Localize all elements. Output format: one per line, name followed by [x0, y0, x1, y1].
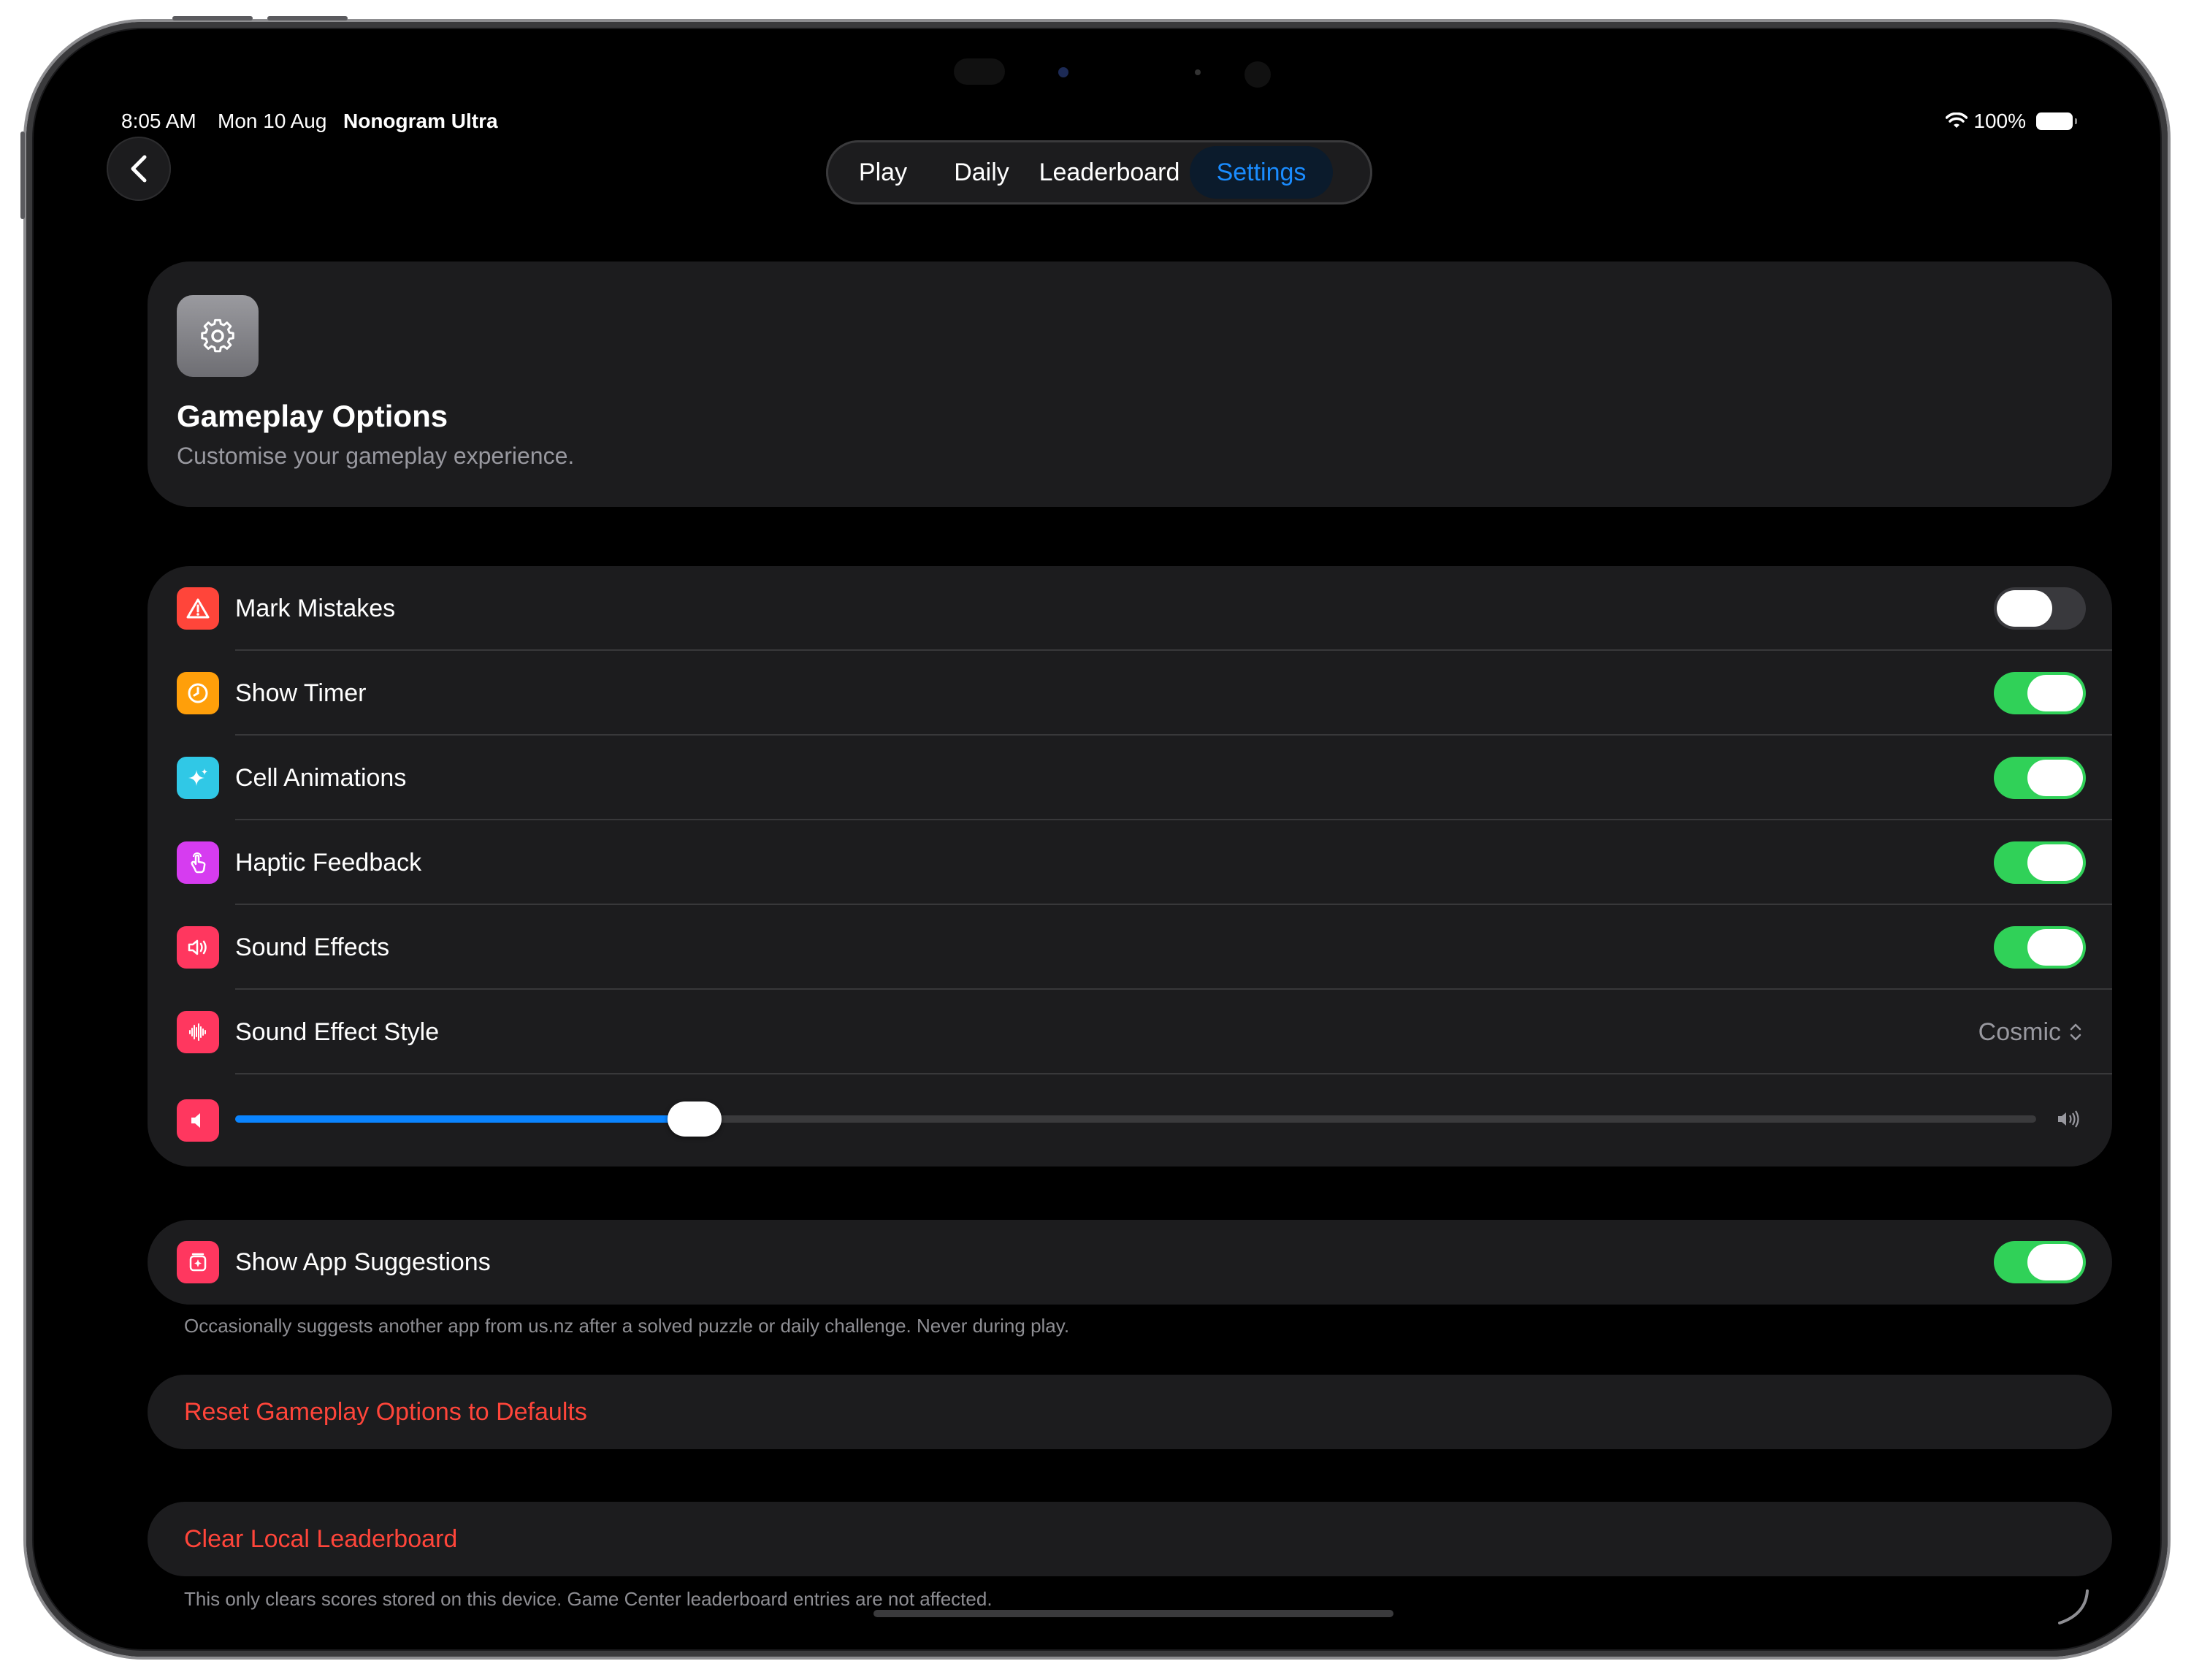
battery-percent: 100% — [1973, 110, 2026, 132]
app-suggestions-toggle[interactable] — [1994, 1241, 2086, 1283]
show-timer-toggle[interactable] — [1994, 672, 2086, 714]
tab-daily[interactable]: Daily — [934, 146, 1029, 199]
haptic-feedback-toggle[interactable] — [1994, 841, 2086, 884]
cell-animations-toggle[interactable] — [1994, 757, 2086, 799]
gameplay-options-header-card: Gameplay Options Customise your gameplay… — [148, 261, 2112, 507]
status-date: Mon 10 Aug — [218, 110, 327, 132]
tab-play[interactable]: Play — [832, 146, 934, 199]
speaker-wave-icon — [177, 926, 219, 969]
reset-button-label: Reset Gameplay Options to Defaults — [184, 1398, 587, 1426]
status-app-name: Nonogram Ultra — [343, 110, 498, 132]
hand-tap-icon — [177, 841, 219, 884]
row-sound-effect-style[interactable]: Sound Effect Style Cosmic — [148, 990, 2112, 1074]
app-suggestions-footnote: Occasionally suggests another app from u… — [184, 1315, 1070, 1337]
row-cell-animations[interactable]: Cell Animations — [148, 736, 2112, 820]
top-button-2 — [267, 16, 348, 20]
row-sound-effects[interactable]: Sound Effects — [148, 905, 2112, 990]
row-volume — [148, 1074, 2112, 1167]
chevron-up-down-icon — [2070, 1023, 2081, 1041]
volume-slider-thumb[interactable] — [667, 1101, 722, 1137]
app-suggestions-card: Show App Suggestions — [148, 1220, 2112, 1305]
page-title: Gameplay Options — [177, 399, 448, 433]
wifi-icon — [1946, 112, 1968, 128]
reset-gameplay-options-button[interactable]: Reset Gameplay Options to Defaults — [148, 1375, 2112, 1449]
side-button — [20, 131, 25, 219]
row-label: Show App Suggestions — [235, 1248, 491, 1276]
mark-mistakes-toggle[interactable] — [1994, 587, 2086, 630]
sensor-2 — [1244, 61, 1271, 88]
row-label: Show Timer — [235, 679, 367, 707]
status-time: 8:05 AM — [121, 110, 196, 132]
status-right: 100% — [1946, 110, 2077, 133]
volume-slider-fill — [235, 1115, 695, 1123]
clear-button-label: Clear Local Leaderboard — [184, 1525, 458, 1553]
page-subtitle: Customise your gameplay experience. — [177, 443, 575, 469]
chevron-left-icon — [131, 155, 147, 183]
row-mark-mistakes[interactable]: Mark Mistakes — [148, 566, 2112, 651]
clear-leaderboard-footnote: This only clears scores stored on this d… — [184, 1588, 993, 1610]
row-label: Haptic Feedback — [235, 849, 422, 877]
top-button — [172, 16, 253, 20]
home-indicator[interactable] — [873, 1610, 1393, 1617]
sound-style-picker[interactable]: Cosmic — [1978, 990, 2083, 1074]
app-gift-icon — [177, 1241, 219, 1283]
sound-effects-toggle[interactable] — [1994, 926, 2086, 969]
volume-slider[interactable] — [235, 1101, 2036, 1137]
speaker-icon — [177, 1099, 219, 1142]
row-label: Mark Mistakes — [235, 595, 396, 622]
gear-icon — [177, 295, 259, 377]
tab-bar: Play Daily Leaderboard Settings — [826, 140, 1372, 205]
clock-icon — [177, 672, 219, 714]
tab-settings[interactable]: Settings — [1190, 146, 1333, 199]
back-button[interactable] — [107, 137, 171, 201]
sparkles-icon — [177, 757, 219, 799]
row-label: Sound Effect Style — [235, 1018, 440, 1046]
row-show-app-suggestions[interactable]: Show App Suggestions — [148, 1220, 2112, 1305]
warning-triangle-icon — [177, 587, 219, 630]
row-label: Cell Animations — [235, 764, 407, 792]
waveform-icon — [177, 1011, 219, 1053]
camera-lens — [1058, 67, 1068, 77]
sound-style-value: Cosmic — [1978, 1018, 2061, 1046]
screen: 8:05 AM Mon 10 Aug Nonogram Ultra 100% P… — [34, 29, 2160, 1649]
camera-housing — [939, 51, 1282, 88]
row-haptic-feedback[interactable]: Haptic Feedback — [148, 820, 2112, 905]
activity-indicator-icon — [2058, 1589, 2089, 1624]
status-bar: 8:05 AM Mon 10 Aug Nonogram Ultra 100% — [121, 110, 2077, 145]
tab-leaderboard[interactable]: Leaderboard — [1029, 146, 1190, 199]
sensor-dot — [1195, 69, 1201, 75]
clear-local-leaderboard-button[interactable]: Clear Local Leaderboard — [148, 1502, 2112, 1576]
row-show-timer[interactable]: Show Timer — [148, 651, 2112, 736]
gameplay-settings-list: Mark Mistakes Show Timer Cell Animations — [148, 566, 2112, 1167]
sensor — [954, 58, 1005, 85]
row-label: Sound Effects — [235, 933, 390, 961]
battery-icon — [2036, 112, 2077, 130]
ipad-frame: 8:05 AM Mon 10 Aug Nonogram Ultra 100% P… — [20, 16, 2168, 1657]
speaker-max-icon — [2058, 1110, 2079, 1128]
